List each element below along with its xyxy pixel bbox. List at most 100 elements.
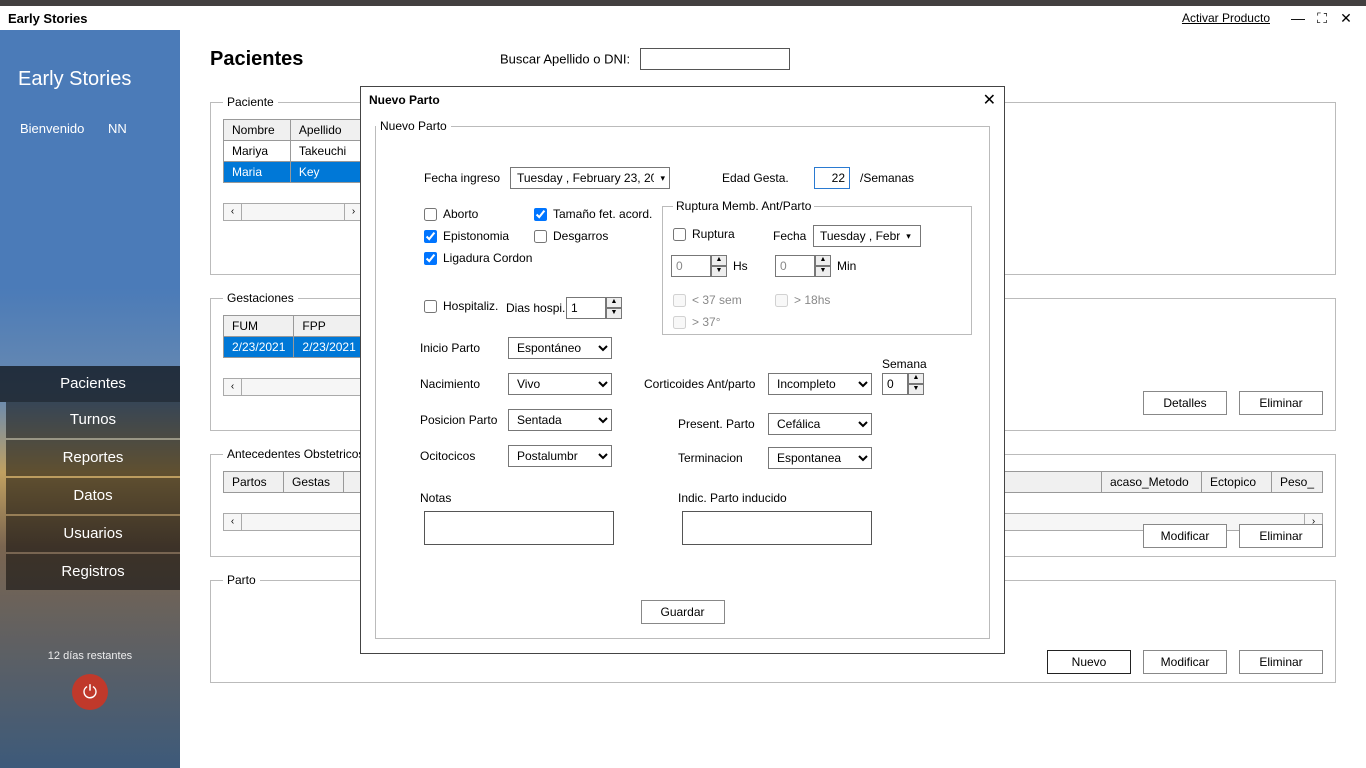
label-fecha-ingreso: Fecha ingreso [424,171,500,185]
power-icon[interactable]: ⏻ [72,674,108,710]
label-present: Present. Parto [678,417,755,431]
welcome-label: Bienvenido [20,121,84,136]
nav-pacientes[interactable]: Pacientes [0,366,180,402]
label-min: Min [837,259,856,273]
label-semana: Semana [882,357,927,371]
modificar-button[interactable]: Modificar [1143,650,1227,674]
legend-nuevo-parto: Nuevo Parto [376,119,451,133]
activate-link[interactable]: Activar Producto [1182,11,1270,25]
col-fum[interactable]: FUM [224,316,294,337]
col-ectopico[interactable]: Ectopico [1201,472,1271,493]
maximize-button[interactable]: ⛶ [1310,10,1334,27]
col-apellido[interactable]: Apellido [290,120,362,141]
ocitocicos-select[interactable]: Postalumbr [508,445,612,467]
dialog-titlebar[interactable]: Nuevo Parto ✕ [361,87,1004,113]
cortic-select[interactable]: Incompleto [768,373,872,395]
nacimiento-select[interactable]: Vivo [508,373,612,395]
chk-hospitaliz[interactable]: Hospitaliz. [424,299,498,313]
eliminar-button[interactable]: Eliminar [1239,650,1323,674]
col-metodo[interactable]: acaso_Metodo [1101,472,1201,493]
nav-turnos[interactable]: Turnos [6,402,180,438]
eliminar-button[interactable]: Eliminar [1239,524,1323,548]
table-row: MariaKey [224,162,363,183]
app-title: Early Stories [8,11,88,26]
brand: Early Stories [0,30,180,91]
table-paciente[interactable]: NombreApellido MariyaTakeuchi MariaKey [223,119,363,183]
nav-usuarios[interactable]: Usuarios [6,516,180,552]
col-partos[interactable]: Partos [224,472,284,493]
legend-ant: Antecedentes Obstetricos [223,447,368,461]
minimize-button[interactable]: — [1286,10,1310,26]
nav-datos[interactable]: Datos [6,478,180,514]
chk-desgarros[interactable]: Desgarros [534,229,608,243]
titlebar: Early Stories Activar Producto — ⛶ ✕ [0,0,1366,30]
chevron-down-icon[interactable]: ▾ [906,231,911,242]
label-semanas: /Semanas [860,171,914,185]
chk-gt18[interactable]: > 18hs [775,293,830,307]
semana-spinner[interactable]: ▲▼ [882,373,924,395]
nav-registros[interactable]: Registros [6,554,180,590]
chk-lt37[interactable]: < 37 sem [673,293,742,307]
detalles-button[interactable]: Detalles [1143,391,1227,415]
col-fpp[interactable]: FPP [294,316,364,337]
chk-gt37[interactable]: > 37° [673,315,721,329]
chevron-down-icon[interactable]: ▾ [660,173,665,184]
label-terminacion: Terminacion [678,451,743,465]
label-posicion: Posicion Parto [420,413,497,427]
edad-gesta-input[interactable] [814,167,850,189]
fecha-ingreso-picker[interactable]: Tuesday , February 23, 20 ▾ [510,167,670,189]
hs-spinner[interactable]: ▲▼ [671,255,727,277]
label-notas: Notas [420,491,451,505]
min-spinner[interactable]: ▲▼ [775,255,831,277]
chk-ligadura[interactable]: Ligadura Cordon [424,251,532,265]
label-fecha-rup: Fecha [773,229,806,243]
eliminar-button[interactable]: Eliminar [1239,391,1323,415]
label-edad-gesta: Edad Gesta. [722,171,789,185]
sidebar: Early Stories Bienvenido NN Pacientes Tu… [0,30,180,768]
nav: Pacientes Turnos Reportes Datos Usuarios… [0,366,180,590]
fecha-ruptura-value: Tuesday , Febr [820,229,900,243]
present-select[interactable]: Cefálica [768,413,872,435]
label-nacimiento: Nacimiento [420,377,480,391]
chk-aborto[interactable]: Aborto [424,207,478,221]
fecha-ruptura-picker[interactable]: Tuesday , Febr ▾ [813,225,921,247]
legend-ruptura: Ruptura Memb. Ant/Parto [673,199,814,213]
close-button[interactable]: ✕ [1334,10,1358,27]
nav-reportes[interactable]: Reportes [6,440,180,476]
label-inicio: Inicio Parto [420,341,480,355]
posicion-select[interactable]: Sentada [508,409,612,431]
table-row: MariyaTakeuchi [224,141,363,162]
dialog-close-icon[interactable]: ✕ [983,90,996,110]
inicio-select[interactable]: Espontáneo [508,337,612,359]
chk-epistonomia[interactable]: Epistonomia [424,229,509,243]
legend-gest: Gestaciones [223,291,298,305]
guardar-button[interactable]: Guardar [641,600,725,624]
col-peso[interactable]: Peso_ [1271,472,1322,493]
current-user: NN [108,121,127,136]
chk-ruptura[interactable]: Ruptura [673,227,735,241]
search-row: Buscar Apellido o DNI: [500,48,790,70]
terminacion-select[interactable]: Espontanea [768,447,872,469]
dialog-title-text: Nuevo Parto [369,93,440,107]
search-input[interactable] [640,48,790,70]
search-label: Buscar Apellido o DNI: [500,52,630,67]
group-nuevo-parto: Nuevo Parto Fecha ingreso Tuesday , Febr… [375,119,990,639]
days-remaining: 12 días restantes [0,650,180,662]
indic-textarea[interactable] [682,511,872,545]
modificar-button[interactable]: Modificar [1143,524,1227,548]
dialog-nuevo-parto: Nuevo Parto ✕ Nuevo Parto Fecha ingreso … [360,86,1005,654]
dias-hospi-spinner[interactable]: ▲▼ [566,297,622,319]
hscrollbar[interactable]: ‹› [223,203,363,221]
chk-tamano[interactable]: Tamaño fet. acord. [534,207,652,221]
col-gestas[interactable]: Gestas [284,472,344,493]
nuevo-button[interactable]: Nuevo [1047,650,1131,674]
label-cortic: Corticoides Ant/parto [644,377,755,391]
col-nombre[interactable]: Nombre [224,120,291,141]
welcome: Bienvenido NN [0,91,180,136]
hscrollbar[interactable]: ‹› [223,378,383,396]
label-hs: Hs [733,259,748,273]
fecha-ingreso-value: Tuesday , February 23, 20 [517,171,654,185]
label-indic: Indic. Parto inducido [678,491,787,505]
notas-textarea[interactable] [424,511,614,545]
group-ruptura: Ruptura Memb. Ant/Parto Ruptura Fecha Tu… [662,199,972,335]
